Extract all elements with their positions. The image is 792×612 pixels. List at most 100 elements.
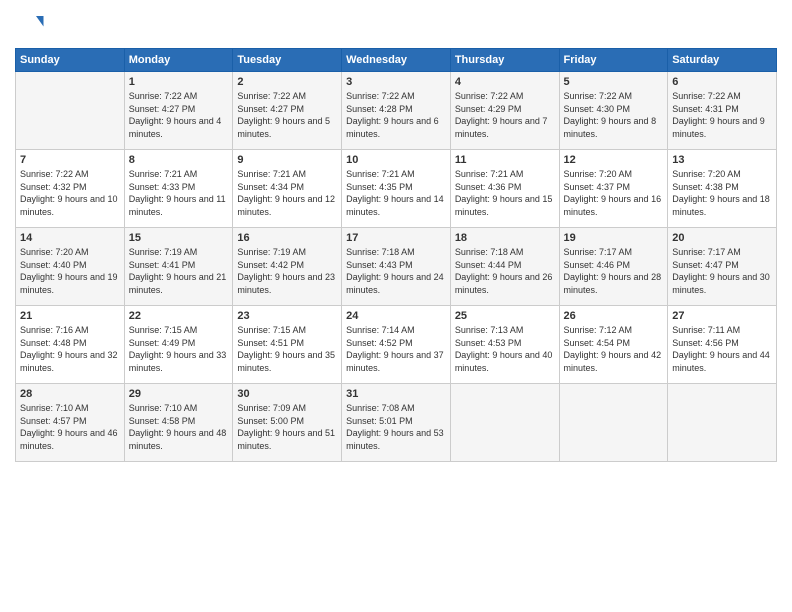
day-info: Sunrise: 7:22 AMSunset: 4:30 PMDaylight:… [564, 91, 657, 139]
day-number: 3 [346, 76, 446, 88]
day-number: 28 [20, 388, 120, 400]
day-info: Sunrise: 7:12 AMSunset: 4:54 PMDaylight:… [564, 325, 662, 373]
calendar-day-cell: 7 Sunrise: 7:22 AMSunset: 4:32 PMDaylight… [16, 150, 125, 228]
day-number: 2 [237, 76, 337, 88]
calendar-week-row: 7 Sunrise: 7:22 AMSunset: 4:32 PMDaylight… [16, 150, 777, 228]
calendar-day-cell: 2 Sunrise: 7:22 AMSunset: 4:27 PMDaylight… [233, 72, 342, 150]
day-number: 30 [237, 388, 337, 400]
calendar-day-cell: 31 Sunrise: 7:08 AMSunset: 5:01 PMDayligh… [342, 384, 451, 462]
calendar-week-row: 28Sunrise: 7:10 AMSunset: 4:57 PMDayligh… [16, 384, 777, 462]
day-info: Sunrise: 7:20 AMSunset: 4:38 PMDaylight:… [672, 169, 770, 217]
day-info: Sunrise: 7:11 AMSunset: 4:56 PMDaylight:… [672, 325, 770, 373]
day-number: 6 [672, 76, 772, 88]
calendar-week-row: 14 Sunrise: 7:20 AMSunset: 4:40 PMDayligh… [16, 228, 777, 306]
weekday-header: Sunday [16, 49, 125, 72]
calendar-day-cell [450, 384, 559, 462]
calendar-day-cell [668, 384, 777, 462]
day-number: 23 [237, 310, 337, 322]
day-info: Sunrise: 7:22 AMSunset: 4:27 PMDaylight:… [129, 91, 222, 139]
day-info: Sunrise: 7:15 AMSunset: 4:49 PMDaylight:… [129, 325, 227, 373]
day-info: Sunrise: 7:22 AMSunset: 4:29 PMDaylight:… [455, 91, 548, 139]
header-row: SundayMondayTuesdayWednesdayThursdayFrid… [16, 49, 777, 72]
calendar-day-cell: 9 Sunrise: 7:21 AMSunset: 4:34 PMDaylight… [233, 150, 342, 228]
calendar-day-cell: 11 Sunrise: 7:21 AMSunset: 4:36 PMDayligh… [450, 150, 559, 228]
day-info: Sunrise: 7:09 AMSunset: 5:00 PMDaylight:… [237, 403, 335, 451]
calendar-day-cell: 30 Sunrise: 7:09 AMSunset: 5:00 PMDayligh… [233, 384, 342, 462]
day-info: Sunrise: 7:15 AMSunset: 4:51 PMDaylight:… [237, 325, 335, 373]
calendar-day-cell: 10 Sunrise: 7:21 AMSunset: 4:35 PMDayligh… [342, 150, 451, 228]
calendar-day-cell [559, 384, 668, 462]
weekday-header: Tuesday [233, 49, 342, 72]
day-info: Sunrise: 7:21 AMSunset: 4:35 PMDaylight:… [346, 169, 444, 217]
day-info: Sunrise: 7:20 AMSunset: 4:40 PMDaylight:… [20, 247, 118, 295]
calendar-day-cell: 18 Sunrise: 7:18 AMSunset: 4:44 PMDayligh… [450, 228, 559, 306]
calendar-week-row: 1 Sunrise: 7:22 AMSunset: 4:27 PMDaylight… [16, 72, 777, 150]
day-number: 19 [564, 232, 664, 244]
header [15, 10, 777, 40]
calendar-day-cell [16, 72, 125, 150]
calendar-day-cell: 28Sunrise: 7:10 AMSunset: 4:57 PMDayligh… [16, 384, 125, 462]
calendar-day-cell: 14 Sunrise: 7:20 AMSunset: 4:40 PMDayligh… [16, 228, 125, 306]
day-number: 10 [346, 154, 446, 166]
day-number: 24 [346, 310, 446, 322]
day-info: Sunrise: 7:22 AMSunset: 4:28 PMDaylight:… [346, 91, 439, 139]
calendar-day-cell: 25 Sunrise: 7:13 AMSunset: 4:53 PMDayligh… [450, 306, 559, 384]
calendar-day-cell: 15Sunrise: 7:19 AMSunset: 4:41 PMDayligh… [124, 228, 233, 306]
day-info: Sunrise: 7:14 AMSunset: 4:52 PMDaylight:… [346, 325, 444, 373]
calendar-day-cell: 23 Sunrise: 7:15 AMSunset: 4:51 PMDayligh… [233, 306, 342, 384]
day-number: 17 [346, 232, 446, 244]
day-number: 12 [564, 154, 664, 166]
day-number: 26 [564, 310, 664, 322]
day-number: 29 [129, 388, 229, 400]
calendar-day-cell: 6 Sunrise: 7:22 AMSunset: 4:31 PMDaylight… [668, 72, 777, 150]
day-number: 31 [346, 388, 446, 400]
day-info: Sunrise: 7:10 AMSunset: 4:58 PMDaylight:… [129, 403, 227, 451]
day-info: Sunrise: 7:21 AMSunset: 4:33 PMDaylight:… [129, 169, 226, 217]
weekday-header: Thursday [450, 49, 559, 72]
day-info: Sunrise: 7:22 AMSunset: 4:31 PMDaylight:… [672, 91, 765, 139]
day-info: Sunrise: 7:18 AMSunset: 4:43 PMDaylight:… [346, 247, 444, 295]
calendar-day-cell: 5Sunrise: 7:22 AMSunset: 4:30 PMDaylight… [559, 72, 668, 150]
calendar-day-cell: 22 Sunrise: 7:15 AMSunset: 4:49 PMDayligh… [124, 306, 233, 384]
day-info: Sunrise: 7:18 AMSunset: 4:44 PMDaylight:… [455, 247, 553, 295]
calendar-day-cell: 12 Sunrise: 7:20 AMSunset: 4:37 PMDayligh… [559, 150, 668, 228]
day-info: Sunrise: 7:22 AMSunset: 4:32 PMDaylight:… [20, 169, 118, 217]
day-number: 18 [455, 232, 555, 244]
page: SundayMondayTuesdayWednesdayThursdayFrid… [0, 0, 792, 612]
day-number: 20 [672, 232, 772, 244]
day-number: 25 [455, 310, 555, 322]
day-number: 21 [20, 310, 120, 322]
day-number: 14 [20, 232, 120, 244]
day-number: 13 [672, 154, 772, 166]
calendar-day-cell: 8 Sunrise: 7:21 AMSunset: 4:33 PMDaylight… [124, 150, 233, 228]
calendar-day-cell: 1 Sunrise: 7:22 AMSunset: 4:27 PMDaylight… [124, 72, 233, 150]
calendar-day-cell: 13 Sunrise: 7:20 AMSunset: 4:38 PMDayligh… [668, 150, 777, 228]
weekday-header: Saturday [668, 49, 777, 72]
day-info: Sunrise: 7:21 AMSunset: 4:36 PMDaylight:… [455, 169, 553, 217]
calendar-day-cell: 24 Sunrise: 7:14 AMSunset: 4:52 PMDayligh… [342, 306, 451, 384]
day-number: 7 [20, 154, 120, 166]
day-number: 1 [129, 76, 229, 88]
day-number: 9 [237, 154, 337, 166]
calendar-day-cell: 20Sunrise: 7:17 AMSunset: 4:47 PMDayligh… [668, 228, 777, 306]
day-info: Sunrise: 7:22 AMSunset: 4:27 PMDaylight:… [237, 91, 330, 139]
day-info: Sunrise: 7:20 AMSunset: 4:37 PMDaylight:… [564, 169, 662, 217]
weekday-header: Monday [124, 49, 233, 72]
day-number: 22 [129, 310, 229, 322]
calendar-day-cell: 21 Sunrise: 7:16 AMSunset: 4:48 PMDayligh… [16, 306, 125, 384]
day-number: 15 [129, 232, 229, 244]
day-number: 11 [455, 154, 555, 166]
day-number: 8 [129, 154, 229, 166]
calendar-day-cell: 17 Sunrise: 7:18 AMSunset: 4:43 PMDayligh… [342, 228, 451, 306]
day-info: Sunrise: 7:13 AMSunset: 4:53 PMDaylight:… [455, 325, 553, 373]
day-info: Sunrise: 7:16 AMSunset: 4:48 PMDaylight:… [20, 325, 118, 373]
day-info: Sunrise: 7:08 AMSunset: 5:01 PMDaylight:… [346, 403, 444, 451]
day-number: 27 [672, 310, 772, 322]
weekday-header: Friday [559, 49, 668, 72]
day-number: 4 [455, 76, 555, 88]
calendar-day-cell: 19Sunrise: 7:17 AMSunset: 4:46 PMDayligh… [559, 228, 668, 306]
calendar-day-cell: 27 Sunrise: 7:11 AMSunset: 4:56 PMDayligh… [668, 306, 777, 384]
calendar-day-cell: 16Sunrise: 7:19 AMSunset: 4:42 PMDayligh… [233, 228, 342, 306]
calendar-day-cell: 29 Sunrise: 7:10 AMSunset: 4:58 PMDayligh… [124, 384, 233, 462]
day-info: Sunrise: 7:21 AMSunset: 4:34 PMDaylight:… [237, 169, 335, 217]
